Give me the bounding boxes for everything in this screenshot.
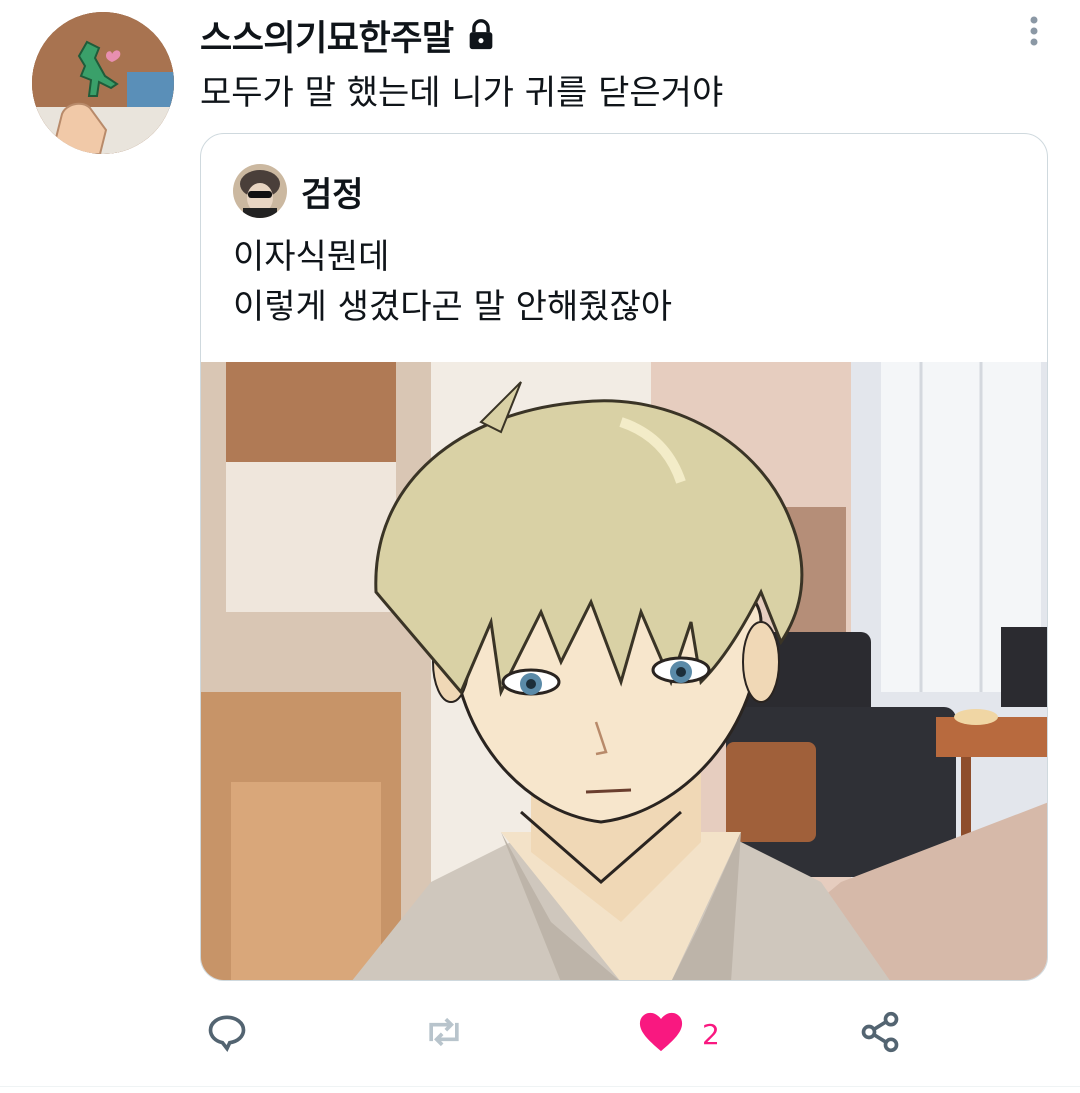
- like-button[interactable]: 2: [638, 1010, 720, 1058]
- quoted-author-name[interactable]: 검정: [301, 167, 364, 216]
- author-avatar-image: [32, 12, 174, 154]
- quoted-author-header: 검정: [233, 164, 364, 218]
- author-header: 스스의기묘한주말: [200, 10, 498, 60]
- quoted-text-line: 이렇게 생겼다곤 말 안해줬잖아: [233, 287, 673, 327]
- author-avatar[interactable]: [32, 12, 174, 154]
- tweet-text: 모두가 말 했는데 니가 귀를 닫은거야: [200, 73, 724, 113]
- share-button[interactable]: [858, 1010, 902, 1058]
- heart-filled-icon: [638, 1010, 684, 1058]
- lock-icon: [464, 18, 498, 52]
- tweet-divider: [0, 1086, 1080, 1087]
- reply-button[interactable]: [205, 1010, 249, 1058]
- quoted-author-avatar[interactable]: [233, 164, 287, 218]
- reply-icon: [205, 1010, 249, 1058]
- tweet-actions: 2: [0, 1000, 1080, 1070]
- author-name[interactable]: 스스의기묘한주말: [200, 10, 454, 61]
- quoted-media-image[interactable]: [201, 362, 1047, 980]
- share-icon: [858, 1010, 902, 1058]
- like-count: 2: [702, 1017, 720, 1051]
- quoted-tweet[interactable]: 검정 이자식뭔데 이렇게 생겼다곤 말 안해줬잖아: [200, 133, 1048, 981]
- quoted-text-line: 이자식뭔데: [233, 237, 390, 277]
- quoted-tweet-text: 이자식뭔데 이렇게 생겼다곤 말 안해줬잖아: [233, 232, 672, 332]
- retweet-button[interactable]: [420, 1010, 468, 1058]
- more-vertical-icon[interactable]: [1024, 14, 1044, 54]
- retweet-icon: [420, 1010, 468, 1058]
